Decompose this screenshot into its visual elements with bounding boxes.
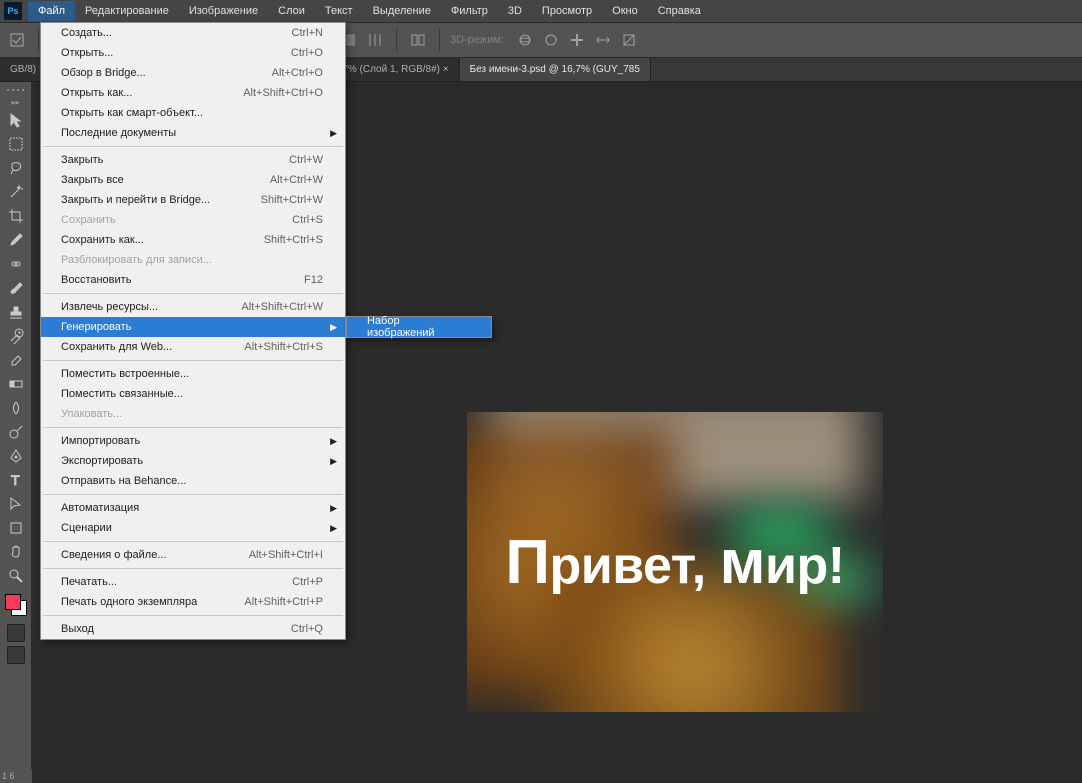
quickmask-icon[interactable] bbox=[7, 624, 25, 642]
tool-preset-icon[interactable] bbox=[6, 29, 28, 51]
zoom-tool-icon[interactable] bbox=[0, 564, 31, 588]
eyedropper-tool-icon[interactable] bbox=[0, 228, 31, 252]
menu-item-8[interactable]: Закрыть всеAlt+Ctrl+W bbox=[41, 170, 345, 190]
menu-item-4[interactable]: Открыть как смарт-объект... bbox=[41, 103, 345, 123]
type-tool-icon[interactable]: T bbox=[0, 468, 31, 492]
menu-слои[interactable]: Слои bbox=[268, 1, 315, 21]
menu-изображение[interactable]: Изображение bbox=[179, 1, 268, 21]
menu-item-13[interactable]: ВосстановитьF12 bbox=[41, 270, 345, 290]
canvas-text-layer: Привет, мир! bbox=[467, 412, 883, 712]
mode-label: 3D-режим: bbox=[450, 34, 504, 46]
menu-item-33[interactable]: Печать одного экземпляраAlt+Shift+Ctrl+P bbox=[41, 592, 345, 612]
menu-item-17[interactable]: Сохранить для Web...Alt+Shift+Ctrl+S bbox=[41, 337, 345, 357]
lasso-tool-icon[interactable] bbox=[0, 156, 31, 180]
fg-color[interactable] bbox=[5, 594, 21, 610]
menubar: Ps ФайлРедактированиеИзображениеСлоиТекс… bbox=[0, 0, 1082, 22]
pen-tool-icon[interactable] bbox=[0, 444, 31, 468]
menu-3d[interactable]: 3D bbox=[498, 1, 532, 21]
collapse-icon[interactable]: ▸▸ bbox=[0, 96, 31, 108]
gradient-tool-icon[interactable] bbox=[0, 372, 31, 396]
menu-item-23[interactable]: Импортировать▶ bbox=[41, 431, 345, 451]
3d-mode-group bbox=[514, 29, 640, 51]
history-brush-icon[interactable] bbox=[0, 324, 31, 348]
menu-item-0[interactable]: Создать...Ctrl+N bbox=[41, 23, 345, 43]
toolbox-handle[interactable] bbox=[0, 86, 31, 96]
scale-icon[interactable] bbox=[618, 29, 640, 51]
menu-item-15[interactable]: Извлечь ресурсы...Alt+Shift+Ctrl+W bbox=[41, 297, 345, 317]
blur-tool-icon[interactable] bbox=[0, 396, 31, 420]
orbit-icon[interactable] bbox=[514, 29, 536, 51]
screenmode-icon[interactable] bbox=[7, 646, 25, 664]
menu-item-9[interactable]: Закрыть и перейти в Bridge...Shift+Ctrl+… bbox=[41, 190, 345, 210]
canvas-image: Привет, мир! bbox=[467, 412, 883, 712]
dodge-tool-icon[interactable] bbox=[0, 420, 31, 444]
menu-item-11[interactable]: Сохранить как...Shift+Ctrl+S bbox=[41, 230, 345, 250]
menu-item-30[interactable]: Сведения о файле...Alt+Shift+Ctrl+I bbox=[41, 545, 345, 565]
slide-icon[interactable] bbox=[592, 29, 614, 51]
submenu-item-imageset[interactable]: Набор изображений bbox=[347, 317, 491, 337]
stamp-tool-icon[interactable] bbox=[0, 300, 31, 324]
auto-align-icon[interactable] bbox=[407, 29, 429, 51]
color-swatch[interactable] bbox=[5, 594, 27, 616]
app-logo: Ps bbox=[4, 2, 22, 20]
distribute-right-icon[interactable] bbox=[364, 29, 386, 51]
wand-tool-icon[interactable] bbox=[0, 180, 31, 204]
menu-редактирование[interactable]: Редактирование bbox=[75, 1, 179, 21]
menu-item-32[interactable]: Печатать...Ctrl+P bbox=[41, 572, 345, 592]
menu-item-21: Упаковать... bbox=[41, 404, 345, 424]
menu-справка[interactable]: Справка bbox=[648, 1, 711, 21]
menu-item-1[interactable]: Открыть...Ctrl+O bbox=[41, 43, 345, 63]
file-menu-dropdown: Создать...Ctrl+NОткрыть...Ctrl+OОбзор в … bbox=[40, 22, 346, 640]
roll-icon[interactable] bbox=[540, 29, 562, 51]
menu-item-16[interactable]: Генерировать▶ bbox=[41, 317, 345, 337]
menu-item-12: Разблокировать для записи... bbox=[41, 250, 345, 270]
menu-файл[interactable]: Файл bbox=[28, 1, 75, 21]
path-select-icon[interactable] bbox=[0, 492, 31, 516]
menu-item-3[interactable]: Открыть как...Alt+Shift+Ctrl+O bbox=[41, 83, 345, 103]
menu-item-2[interactable]: Обзор в Bridge...Alt+Ctrl+O bbox=[41, 63, 345, 83]
hand-tool-icon[interactable] bbox=[0, 540, 31, 564]
menu-просмотр[interactable]: Просмотр bbox=[532, 1, 602, 21]
move-tool-icon[interactable] bbox=[0, 108, 31, 132]
pan-icon[interactable] bbox=[566, 29, 588, 51]
svg-text:T: T bbox=[11, 472, 20, 488]
menu-item-24[interactable]: Экспортировать▶ bbox=[41, 451, 345, 471]
menu-окно[interactable]: Окно bbox=[602, 1, 648, 21]
healing-tool-icon[interactable] bbox=[0, 252, 31, 276]
menu-item-19[interactable]: Поместить встроенные... bbox=[41, 364, 345, 384]
document-tab[interactable]: Без имени-3.psd @ 16,7% (GUY_785 bbox=[460, 58, 651, 81]
toolbox: ▸▸ T bbox=[0, 82, 32, 783]
menu-item-20[interactable]: Поместить связанные... bbox=[41, 384, 345, 404]
marquee-tool-icon[interactable] bbox=[0, 132, 31, 156]
menu-выделение[interactable]: Выделение bbox=[363, 1, 441, 21]
menu-фильтр[interactable]: Фильтр bbox=[441, 1, 498, 21]
brush-tool-icon[interactable] bbox=[0, 276, 31, 300]
menu-item-28[interactable]: Сценарии▶ bbox=[41, 518, 345, 538]
menu-item-25[interactable]: Отправить на Behance... bbox=[41, 471, 345, 491]
menu-item-35[interactable]: ВыходCtrl+Q bbox=[41, 619, 345, 639]
menu-item-7[interactable]: ЗакрытьCtrl+W bbox=[41, 150, 345, 170]
crop-tool-icon[interactable] bbox=[0, 204, 31, 228]
menu-item-10: СохранитьCtrl+S bbox=[41, 210, 345, 230]
status-zoom: 1 6 bbox=[0, 769, 32, 783]
menu-текст[interactable]: Текст bbox=[315, 1, 363, 21]
shape-tool-icon[interactable] bbox=[0, 516, 31, 540]
menu-item-27[interactable]: Автоматизация▶ bbox=[41, 498, 345, 518]
menu-item-5[interactable]: Последние документы▶ bbox=[41, 123, 345, 143]
eraser-tool-icon[interactable] bbox=[0, 348, 31, 372]
generate-submenu: Набор изображений bbox=[346, 316, 492, 338]
